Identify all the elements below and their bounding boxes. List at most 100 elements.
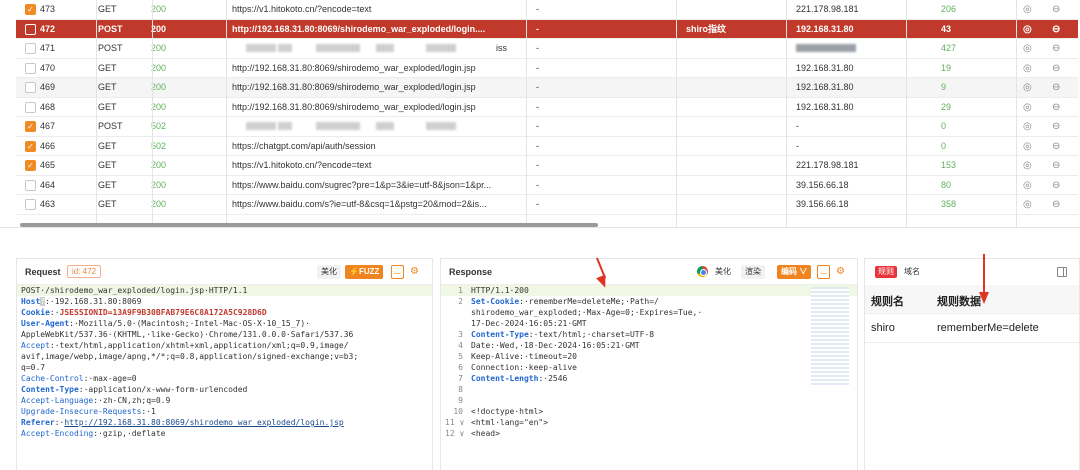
encoding-dropdown[interactable]: 编码 ∨: [777, 265, 812, 279]
response-line-text: <html·lang="en">: [471, 418, 549, 427]
settings-gear-icon[interactable]: ⚙: [408, 265, 421, 279]
view-icon[interactable]: ◎: [1023, 78, 1037, 97]
wrap-toggle-icon[interactable]: ⌴: [391, 265, 404, 279]
row-ip: 192.168.31.80: [796, 82, 854, 92]
row-checkbox[interactable]: ✓: [25, 160, 36, 171]
request-line-text: q=0.7: [21, 363, 46, 372]
table-row[interactable]: 463 GET 200 https://www.baidu.com/s?ie=utf-…: [16, 195, 1078, 215]
redacted-text: [246, 44, 276, 52]
table-row[interactable]: 464 GET 200 https://www.baidu.com/sugrec?pr…: [16, 175, 1078, 195]
wrap-toggle-icon[interactable]: ⌴: [817, 265, 830, 279]
table-row[interactable]: ✓ 473 GET 200 https://v1.hitokoto.cn/?encode…: [16, 0, 1078, 20]
row-checkbox[interactable]: [25, 82, 36, 93]
remove-icon[interactable]: ⊖: [1052, 0, 1066, 19]
response-editor[interactable]: 1 HTTP/1.1·200 2 Set-Cookie:·rememberMe=del…: [441, 285, 857, 470]
row-ip: -: [796, 121, 799, 131]
redacted-text: [246, 122, 276, 130]
header-key: Accept-Encoding: [21, 429, 94, 438]
table-row[interactable]: ✓ 467 POST 502- -0 ◎ ⊖: [16, 117, 1078, 137]
remove-icon[interactable]: ⊖: [1052, 117, 1066, 136]
render-button[interactable]: 渲染: [741, 265, 765, 279]
row-checkbox[interactable]: [25, 101, 36, 113]
header-key: Cookie: [21, 308, 50, 317]
rules-table-row[interactable]: shiro rememberMe=delete: [865, 314, 1079, 343]
remove-icon[interactable]: ⊖: [1052, 176, 1066, 195]
row-ip: 221.178.98.181: [796, 160, 859, 170]
view-icon[interactable]: ◎: [1023, 59, 1037, 78]
response-line: 9: [441, 395, 857, 406]
row-tag: [686, 195, 786, 214]
response-header: Response 美化 渲染 编码 ∨ ⌴ ⚙: [441, 259, 857, 285]
remove-icon[interactable]: ⊖: [1052, 39, 1066, 58]
request-editor[interactable]: POST·/shirodemo_war_exploded/login.jsp·H…: [17, 285, 432, 470]
table-row[interactable]: 468 GET 200 http://192.168.31.80:8069/shiro…: [16, 97, 1078, 117]
remove-icon[interactable]: ⊖: [1052, 59, 1066, 78]
response-line-text: HTTP/1.1·200: [471, 286, 529, 295]
row-checkbox[interactable]: ✓: [25, 121, 36, 132]
remove-icon[interactable]: ⊖: [1052, 78, 1066, 97]
fuzz-button[interactable]: ⚡FUZZ: [345, 265, 384, 279]
view-icon[interactable]: ◎: [1023, 0, 1037, 19]
header-value: :·1: [141, 407, 156, 416]
settings-gear-icon[interactable]: ⚙: [834, 265, 847, 279]
row-checkbox[interactable]: [25, 199, 36, 210]
row-length: 206: [941, 4, 957, 14]
tab-rules[interactable]: 规则: [875, 266, 897, 278]
request-line-text: POST·/shirodemo_war_exploded/login.jsp·H…: [21, 286, 248, 295]
table-row[interactable]: 472 POST 200 http://192.168.31.80:8069/shir…: [16, 19, 1078, 39]
row-status: 200: [151, 23, 167, 34]
table-row[interactable]: 469 GET 200 http://192.168.31.80:8069/shiro…: [16, 78, 1078, 98]
response-line-text: <head>: [471, 429, 500, 438]
row-status: 200: [151, 199, 167, 209]
remove-icon[interactable]: ⊖: [1052, 137, 1066, 156]
chrome-icon[interactable]: [697, 266, 708, 277]
view-icon[interactable]: ◎: [1023, 176, 1037, 195]
beautify-button[interactable]: 美化: [317, 265, 341, 279]
referer-link[interactable]: http://192.168.31.80:8069/shirodemo_war_…: [64, 418, 343, 427]
row-tag: [686, 39, 786, 58]
view-icon[interactable]: ◎: [1023, 117, 1037, 136]
redacted-text: [426, 44, 456, 52]
row-length: 358: [941, 199, 957, 209]
row-checkbox[interactable]: ✓: [25, 4, 36, 15]
row-extension: -: [536, 140, 539, 151]
request-line: User-Agent:·Mozilla/5.0·(Macintosh;·Inte…: [17, 318, 432, 329]
view-icon[interactable]: ◎: [1023, 195, 1037, 214]
row-ip: 39.156.66.18: [796, 179, 849, 190]
rules-panel: 规则 域名 规则名 规则数据 shiro rememberMe=delete: [864, 258, 1080, 470]
view-icon[interactable]: ◎: [1023, 98, 1037, 117]
row-extension: -: [536, 23, 539, 34]
row-checkbox[interactable]: [25, 179, 36, 191]
response-line-text: <!doctype·html>: [471, 407, 544, 416]
table-row[interactable]: ✓ 466 GET 502 https://chatgpt.com/api/auth/s…: [16, 136, 1078, 156]
remove-icon[interactable]: ⊖: [1052, 98, 1066, 117]
row-length: 29: [941, 101, 952, 112]
row-checkbox[interactable]: ✓: [25, 140, 36, 152]
view-icon[interactable]: ◎: [1023, 39, 1037, 58]
view-icon[interactable]: ◎: [1023, 156, 1037, 175]
remove-icon[interactable]: ⊖: [1052, 156, 1066, 175]
view-icon[interactable]: ◎: [1023, 137, 1037, 156]
row-checkbox[interactable]: [25, 62, 36, 74]
beautify-button[interactable]: 美化: [711, 265, 735, 279]
line-number: 7: [458, 374, 463, 383]
response-line: 4 Date:·Wed,·18·Dec·2024·16:05:21·GMT: [441, 340, 857, 351]
code-minimap[interactable]: [811, 287, 849, 387]
table-row[interactable]: 470 GET 200 http://192.168.31.80:8069/shiro…: [16, 58, 1078, 78]
row-checkbox[interactable]: [25, 43, 36, 54]
remove-icon[interactable]: ⊖: [1052, 20, 1066, 39]
response-line: 10 <!doctype·html>: [441, 406, 857, 417]
row-extension: -: [536, 82, 539, 92]
remove-icon[interactable]: ⊖: [1052, 195, 1066, 214]
view-icon[interactable]: ◎: [1023, 20, 1037, 39]
row-url: http://192.168.31.80:8069/shirodemo_war_…: [232, 23, 486, 34]
table-row[interactable]: ✓ 465 GET 200 https://v1.hitokoto.cn/?encode…: [16, 156, 1078, 176]
tab-domains[interactable]: 域名: [901, 266, 923, 278]
header-key: Host: [21, 297, 41, 306]
horizontal-scrollbar[interactable]: [20, 223, 598, 227]
split-layout-icon[interactable]: [1057, 267, 1067, 277]
request-line: Accept-Encoding:·gzip,·deflate: [17, 428, 432, 439]
table-row[interactable]: 471 POST 200-427 iss ◎ ⊖: [16, 39, 1078, 59]
row-checkbox[interactable]: [25, 23, 36, 35]
request-panel: Request id: 472 美化 ⚡FUZZ ⌴ ⚙ POST·/shiro…: [16, 258, 433, 470]
